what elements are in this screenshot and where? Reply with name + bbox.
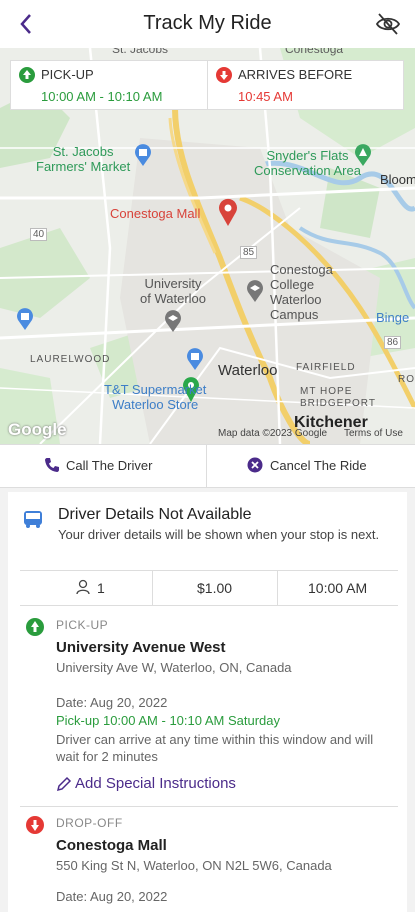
map-label-university: University of Waterloo <box>140 276 206 306</box>
map-label-st-jacobs: St. Jacobs <box>112 48 169 56</box>
pickup-time-stat: 10:00 AM <box>278 571 398 605</box>
eye-off-icon[interactable] <box>375 12 401 36</box>
map-label-farmers-market: St. Jacobs Farmers' Market <box>36 144 131 174</box>
map-label-conestoga-mall: Conestoga Mall <box>110 206 201 221</box>
map-label-conestoga-college: Conestoga College Waterloo Campus <box>270 262 333 322</box>
map-label-tt-supermarket: T&T Supermarket Waterloo Store <box>104 382 207 412</box>
pickup-window: 10:00 AM - 10:10 AM <box>41 89 163 104</box>
pickup-stop-icon <box>26 618 44 636</box>
pickup-date: Date: Aug 20, 2022 <box>56 695 168 710</box>
driver-status-subtitle: Your driver details will be shown when y… <box>58 527 380 542</box>
pickup-time-value: 10:00 AM <box>308 580 368 596</box>
map-label-laurelwood: LAURELWOOD <box>30 354 111 365</box>
phone-icon <box>44 457 60 473</box>
map-attribution: Map data ©2023 Google <box>218 428 328 439</box>
map-road-40: 40 <box>30 228 48 241</box>
map-label-snyders-flats: Snyder's Flats Conservation Area <box>254 148 361 178</box>
pickup-stop-name: University Avenue West <box>56 639 226 656</box>
map-road-85: 85 <box>240 246 258 259</box>
call-driver-label: Call The Driver <box>66 458 153 473</box>
dropoff-stop-kind: DROP-OFF <box>56 816 123 830</box>
app-header: Track My Ride <box>0 0 415 48</box>
pickup-time: PICK-UP 10:00 AM - 10:10 AM <box>11 61 208 109</box>
arrives-value: 10:45 AM <box>238 89 293 104</box>
passenger-count: 1 <box>20 571 153 605</box>
map-terms-link[interactable]: Terms of Use <box>344 428 403 439</box>
map-label-bloom: Bloom <box>380 172 415 187</box>
call-driver-button[interactable]: Call The Driver <box>0 445 207 487</box>
map-label-ros: ROS <box>398 374 415 385</box>
google-logo: Google <box>8 420 67 439</box>
map-label-fairfield: FAIRFIELD <box>296 362 356 373</box>
dropoff-date: Date: Aug 20, 2022 <box>56 889 168 904</box>
cancel-circle-icon <box>247 457 263 473</box>
pickup-label: PICK-UP <box>41 67 94 82</box>
pencil-icon <box>56 776 72 797</box>
map-label-conestoga-top: Conestoga <box>285 48 344 56</box>
stop-divider <box>20 806 398 807</box>
ride-actions: Call The Driver Cancel The Ride <box>0 444 415 488</box>
bus-icon <box>22 508 44 530</box>
map-label-waterloo: Waterloo <box>218 362 278 379</box>
pickup-arrow-icon <box>19 67 35 83</box>
pickup-stop-kind: PICK-UP <box>56 618 109 632</box>
dropoff-stop-name: Conestoga Mall <box>56 837 167 854</box>
cancel-ride-label: Cancel The Ride <box>270 458 367 473</box>
ride-time-card: PICK-UP 10:00 AM - 10:10 AM ARRIVES BEFO… <box>10 60 404 110</box>
pickup-wait-note: Driver can arrive at any time within thi… <box>56 732 374 764</box>
add-instructions-link[interactable]: Add Special Instructions <box>75 775 236 792</box>
ride-stats: 1 $1.00 10:00 AM <box>20 570 398 606</box>
fare: $1.00 <box>153 571 278 605</box>
arrival-time: ARRIVES BEFORE 10:45 AM <box>208 61 403 109</box>
map-label-mt-hope: MT HOPE BRIDGEPORT <box>300 386 376 409</box>
pickup-stop-address: University Ave W, Waterloo, ON, Canada <box>56 660 292 675</box>
dropoff-stop-icon <box>26 816 44 834</box>
page-title: Track My Ride <box>143 12 272 34</box>
cancel-ride-button[interactable]: Cancel The Ride <box>207 445 415 487</box>
fare-value: $1.00 <box>197 580 233 596</box>
passenger-count-value: 1 <box>97 580 105 596</box>
ride-details-card: Driver Details Not Available Your driver… <box>8 492 407 912</box>
driver-status-title: Driver Details Not Available <box>58 506 252 523</box>
arrives-label: ARRIVES BEFORE <box>238 67 353 82</box>
pickup-window-detail: Pick-up 10:00 AM - 10:10 AM Saturday <box>56 713 281 728</box>
map-label-bingemans: Binge <box>376 310 410 325</box>
person-icon <box>76 579 90 598</box>
map-road-86: 86 <box>384 336 402 349</box>
dropoff-stop-address: 550 King St N, Waterloo, ON N2L 5W6, Can… <box>56 858 332 873</box>
dropoff-arrow-icon <box>216 67 232 83</box>
